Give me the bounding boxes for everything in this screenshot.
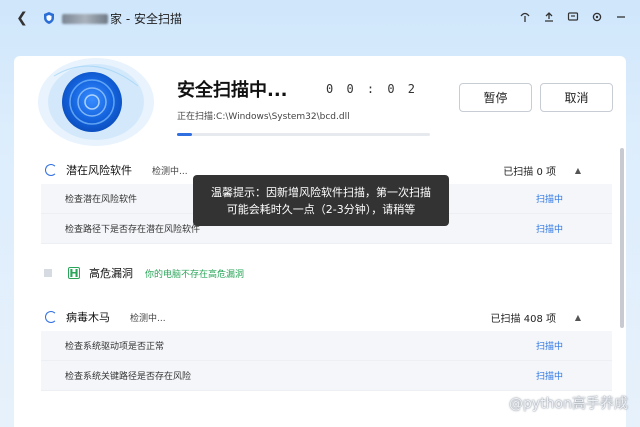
section-result: 你的电脑不存在高危漏洞 xyxy=(145,269,245,280)
section-status: 检测中... xyxy=(152,166,188,177)
section-virus: 病毒木马 检测中... 已扫描 408 项 ▲ 检查系统驱动项是否正常 扫描中 … xyxy=(14,303,612,391)
row-status: 扫描中 xyxy=(535,225,563,235)
section-count: 已扫描 408 项 xyxy=(490,313,556,325)
back-icon[interactable]: ❮ xyxy=(12,8,32,28)
section-count: 已扫描 0 项 xyxy=(503,166,556,178)
section-name: 病毒木马 xyxy=(66,311,110,324)
feedback-icon[interactable] xyxy=(564,8,582,26)
chevron-up-icon[interactable]: ▲ xyxy=(575,166,581,175)
skin-icon[interactable] xyxy=(516,8,534,26)
tip-tooltip: 温馨提示：因新增风险软件扫描，第一次扫描 可能会耗时久一点（2-3分钟），请稍等 xyxy=(193,175,449,226)
list-item: 检查系统驱动项是否正常 扫描中 xyxy=(41,331,612,361)
section-name: 高危漏洞 xyxy=(89,267,133,280)
row-status: 扫描中 xyxy=(535,342,563,352)
scan-orb-icon xyxy=(38,58,154,146)
section-name: 潜在风险软件 xyxy=(66,164,132,177)
title-bar: ❮ 家 - 安全扫描 xyxy=(0,0,640,36)
row-status: 扫描中 xyxy=(535,372,563,382)
shield-icon xyxy=(44,12,54,24)
section-status: 检测中... xyxy=(130,313,166,324)
section-rows: 检查系统驱动项是否正常 扫描中 检查系统关键路径是否存在风险 扫描中 xyxy=(41,331,612,391)
tooltip-line: 温馨提示：因新增风险软件扫描，第一次扫描 xyxy=(211,186,431,199)
scan-title: 安全扫描中... xyxy=(177,80,288,101)
titlebar-icons xyxy=(516,8,630,26)
scan-progress-fill xyxy=(177,133,193,136)
chevron-up-icon[interactable]: ▲ xyxy=(575,313,581,322)
loading-spinner-icon xyxy=(45,164,57,176)
list-item: 检查系统关键路径是否存在风险 扫描中 xyxy=(41,361,612,391)
settings-icon[interactable] xyxy=(588,8,606,26)
blurred-brand xyxy=(62,14,108,24)
vulnerability-icon: H xyxy=(68,266,80,280)
pause-button[interactable]: 暂停 xyxy=(459,83,532,112)
cancel-button[interactable]: 取消 xyxy=(540,83,613,112)
section-high-risk: H 高危漏洞 你的电脑不存在高危漏洞 xyxy=(14,262,612,284)
minimize-icon[interactable] xyxy=(612,8,630,26)
section-checkbox[interactable] xyxy=(44,269,52,277)
upload-icon[interactable] xyxy=(540,8,558,26)
scan-timer: 0 0 : 0 2 xyxy=(326,82,419,96)
tooltip-line: 可能会耗时久一点（2-3分钟），请稍等 xyxy=(226,203,416,216)
row-status: 扫描中 xyxy=(535,195,563,205)
window-title: 家 - 安全扫描 xyxy=(62,10,182,27)
scrollbar[interactable] xyxy=(620,148,624,328)
section-header[interactable]: 病毒木马 检测中... 已扫描 408 项 ▲ xyxy=(14,303,612,331)
loading-spinner-icon xyxy=(45,311,57,323)
scan-progress-bar xyxy=(177,133,430,136)
scan-current-path: 正在扫描:C:\Windows\System32\bcd.dll xyxy=(177,112,350,122)
watermark: @python高手养成 xyxy=(509,396,628,412)
